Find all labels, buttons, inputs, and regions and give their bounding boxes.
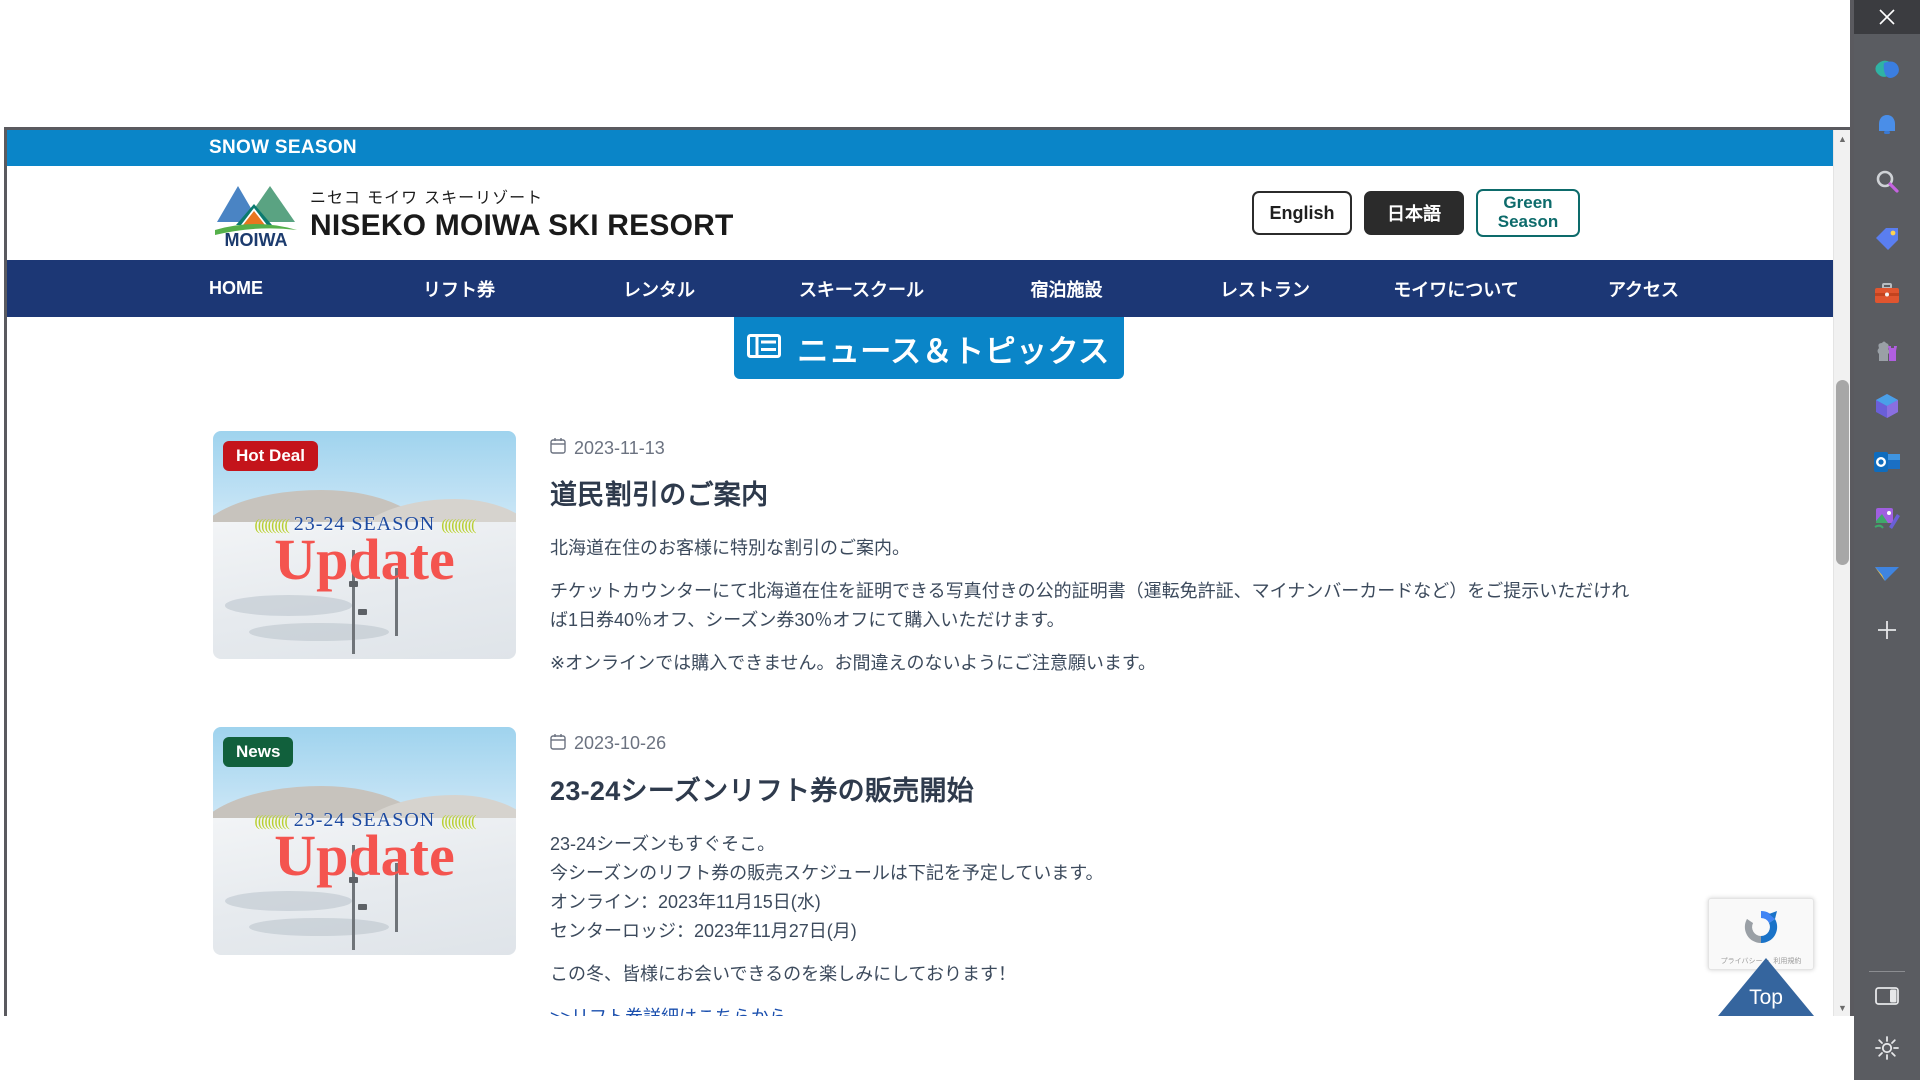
section-heading-wrap: ニュース＆トピックス bbox=[7, 317, 1850, 379]
search-icon[interactable] bbox=[1867, 162, 1907, 202]
snow-season-label: SNOW SEASON bbox=[209, 137, 357, 158]
nav-item-lift-ticket[interactable]: リフト券 bbox=[359, 276, 559, 302]
outlook-icon[interactable] bbox=[1867, 442, 1907, 482]
news-list-item[interactable]: Hot Deal (((((((((( 23-24 SEASON (((((((… bbox=[7, 431, 1850, 679]
sidebar-divider bbox=[1869, 971, 1905, 972]
green-season-line2: Season bbox=[1497, 212, 1559, 231]
news-list: Hot Deal (((((((((( 23-24 SEASON (((((((… bbox=[7, 379, 1850, 1016]
shopping-tag-icon[interactable] bbox=[1867, 218, 1907, 258]
page-scrollbar[interactable]: ▲ ▼ bbox=[1833, 130, 1850, 1016]
nav-item-about-moiwa[interactable]: モイワについて bbox=[1361, 276, 1551, 302]
news-thumbnail[interactable]: Hot Deal (((((((((( 23-24 SEASON (((((((… bbox=[213, 431, 516, 659]
news-topics-title: ニュース＆トピックス bbox=[797, 333, 1110, 369]
nav-item-home[interactable]: HOME bbox=[209, 278, 359, 299]
green-season-line1: Green bbox=[1503, 193, 1553, 213]
newspaper-icon bbox=[747, 332, 782, 365]
news-paragraph: 今シーズンのリフト券の販売スケジュールは下記を予定しています。 bbox=[550, 862, 1104, 883]
news-body-text: 23-24シーズンもすぐそこ。 今シーズンのリフト券の販売スケジュールは下記を予… bbox=[550, 830, 1104, 1016]
browser-window: SNOW SEASON MOIWA ニセコ モイワ スキーリゾート NISEKO… bbox=[0, 0, 1920, 1080]
brand-name-en: NISEKO MOIWA SKI RESORT bbox=[310, 209, 734, 243]
calendar-icon bbox=[550, 437, 566, 459]
news-content: 2023-11-13 道民割引のご案内 北海道在住のお客様に特別な割引のご案内。… bbox=[550, 431, 1640, 679]
add-icon[interactable] bbox=[1867, 610, 1907, 650]
news-title[interactable]: 23-24シーズンリフト券の販売開始 bbox=[550, 769, 1104, 808]
news-paragraph: この冬、皆様にお会いできるのを楽しみにしております！ bbox=[550, 964, 1017, 985]
moiwa-mountain-logo-icon: MOIWA bbox=[212, 178, 300, 250]
thumbnail-update-text: Update bbox=[274, 527, 455, 593]
news-date: 2023-10-26 bbox=[550, 733, 1104, 755]
tools-box-icon[interactable] bbox=[1867, 274, 1907, 314]
svg-text:MOIWA: MOIWA bbox=[225, 230, 288, 248]
news-thumbnail[interactable]: News (((((((((( 23-24 SEASON (((((((((( … bbox=[213, 726, 516, 955]
gear-icon[interactable] bbox=[1867, 1028, 1907, 1068]
photo-lift-chair bbox=[358, 904, 368, 911]
brand-text: ニセコ モイワ スキーリゾート NISEKO MOIWA SKI RESORT bbox=[310, 184, 734, 242]
scroll-to-top-label: Top bbox=[1749, 986, 1783, 1009]
browser-sidebar bbox=[1854, 0, 1920, 1080]
close-icon[interactable] bbox=[1854, 0, 1920, 34]
news-paragraph: 23-24シーズンもすぐそこ。 bbox=[550, 833, 776, 854]
browser-blank-area bbox=[0, 0, 1854, 127]
split-pane-icon[interactable] bbox=[1867, 976, 1907, 1016]
news-paragraph: 北海道在住のお客様に特別な割引のご案内。 bbox=[550, 538, 910, 558]
brand-name-jp: ニセコ モイワ スキーリゾート bbox=[310, 188, 544, 208]
notifications-bell-icon[interactable] bbox=[1867, 106, 1907, 146]
news-topics-heading: ニュース＆トピックス bbox=[733, 317, 1124, 379]
send-paperplane-icon[interactable] bbox=[1867, 554, 1907, 594]
green-season-button[interactable]: Green Season bbox=[1476, 189, 1580, 237]
calendar-icon bbox=[550, 733, 566, 755]
main-navigation: HOME リフト券 レンタル スキースクール 宿泊施設 レストラン モイワについ… bbox=[7, 260, 1850, 317]
lift-ticket-detail-link[interactable]: >>リフト券詳細はこちらから bbox=[550, 1007, 787, 1016]
recaptcha-badge: プライバシー ・ 利用規約 bbox=[1708, 898, 1814, 970]
nav-item-accommodation[interactable]: 宿泊施設 bbox=[964, 276, 1169, 302]
photo-ski-track bbox=[225, 595, 353, 616]
nav-item-rental[interactable]: レンタル bbox=[559, 276, 759, 302]
games-icon[interactable] bbox=[1867, 330, 1907, 370]
news-paragraph: センターロッジ：2023年11月27日(月) bbox=[550, 921, 857, 942]
image-editor-icon[interactable] bbox=[1867, 498, 1907, 538]
copilot-icon[interactable] bbox=[1867, 50, 1907, 90]
site-header: MOIWA ニセコ モイワ スキーリゾート NISEKO MOIWA SKI R… bbox=[7, 166, 1850, 260]
news-title[interactable]: 道民割引のご案内 bbox=[550, 473, 1640, 512]
thumbnail-update-text: Update bbox=[274, 822, 455, 888]
nav-items: HOME リフト券 レンタル スキースクール 宿泊施設 レストラン モイワについ… bbox=[209, 276, 1736, 302]
news-paragraph: オンライン：2023年11月15日(水) bbox=[550, 891, 821, 912]
web-page-content: SNOW SEASON MOIWA ニセコ モイワ スキーリゾート NISEKO… bbox=[4, 127, 1850, 1016]
language-switcher: English 日本語 Green Season bbox=[1252, 189, 1580, 237]
news-date-text: 2023-11-13 bbox=[574, 437, 665, 458]
photo-lift-chair bbox=[358, 608, 368, 615]
nav-item-restaurant[interactable]: レストラン bbox=[1169, 276, 1361, 302]
nav-item-ski-school[interactable]: スキースクール bbox=[759, 276, 964, 302]
nav-item-access[interactable]: アクセス bbox=[1551, 276, 1736, 302]
news-date-text: 2023-10-26 bbox=[574, 733, 667, 754]
scrollbar-up-arrow[interactable]: ▲ bbox=[1834, 130, 1850, 147]
news-date: 2023-11-13 bbox=[550, 437, 1640, 459]
snow-season-bar: SNOW SEASON bbox=[7, 130, 1850, 166]
recaptcha-icon bbox=[1739, 905, 1783, 954]
language-button-english[interactable]: English bbox=[1252, 191, 1352, 235]
news-content: 2023-10-26 23-24シーズンリフト券の販売開始 23-24シーズンも… bbox=[550, 727, 1104, 1016]
photo-ski-track bbox=[249, 622, 389, 641]
scrollbar-down-arrow[interactable]: ▼ bbox=[1834, 999, 1850, 1016]
microsoft-365-icon[interactable] bbox=[1867, 386, 1907, 426]
news-badge: Hot Deal bbox=[223, 441, 318, 471]
news-list-item[interactable]: News (((((((((( 23-24 SEASON (((((((((( … bbox=[7, 726, 1850, 1016]
news-body-text: 北海道在住のお客様に特別な割引のご案内。 チケットカウンターにて北海道在住を証明… bbox=[550, 534, 1640, 679]
scrollbar-thumb[interactable] bbox=[1836, 380, 1849, 565]
brand-logo-link[interactable]: MOIWA ニセコ モイワ スキーリゾート NISEKO MOIWA SKI R… bbox=[212, 178, 734, 250]
news-badge: News bbox=[223, 736, 294, 767]
news-paragraph: ※オンラインでは購入できません。お間違えのないようにご注意願います。 bbox=[550, 653, 1157, 674]
language-button-japanese[interactable]: 日本語 bbox=[1364, 191, 1464, 235]
news-paragraph: チケットカウンターにて北海道在住を証明できる写真付きの公的証明書（運転免許証、マ… bbox=[550, 581, 1630, 631]
